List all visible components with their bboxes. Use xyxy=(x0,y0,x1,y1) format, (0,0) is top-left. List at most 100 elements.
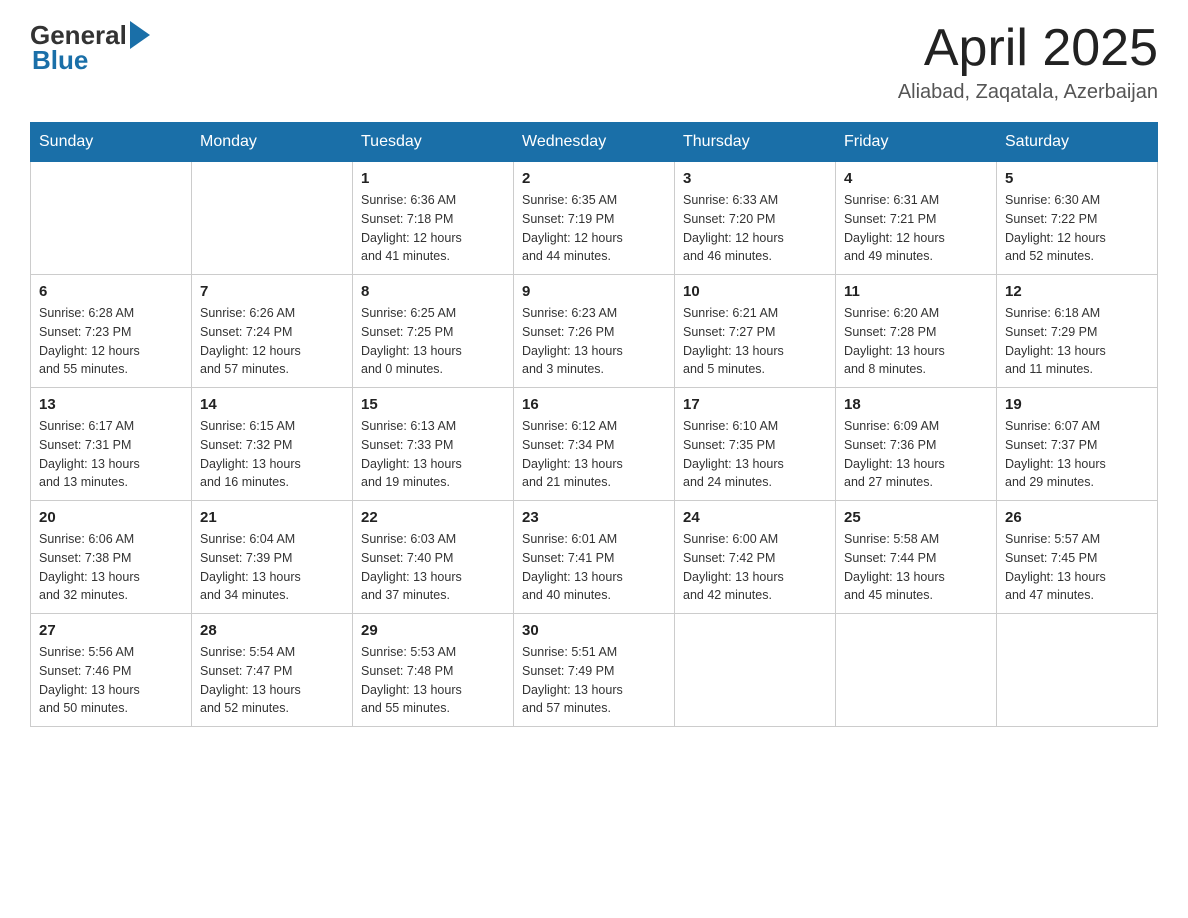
calendar-cell: 24Sunrise: 6:00 AM Sunset: 7:42 PM Dayli… xyxy=(675,501,836,614)
day-number: 29 xyxy=(361,622,505,639)
calendar-cell xyxy=(836,614,997,727)
calendar-cell: 10 Sunrise: 6:21 AM Sunset: 7:27 PM Dayli… xyxy=(675,275,836,388)
calendar-cell: 19Sunrise: 6:07 AM Sunset: 7:37 PM Dayli… xyxy=(997,388,1158,501)
day-number: 14 xyxy=(200,396,344,413)
day-number: 10 xyxy=(683,283,827,300)
calendar-cell: 29 Sunrise: 5:53 AM Sunset: 7:48 PM Dayli… xyxy=(353,614,514,727)
column-header-monday: Monday xyxy=(192,123,353,162)
day-info: Sunrise: 6:31 AM Sunset: 7:21 PM Dayligh… xyxy=(844,191,988,266)
week-row-1: 1 Sunrise: 6:36 AM Sunset: 7:18 PM Daylig… xyxy=(31,162,1158,275)
month-title: April 2025 xyxy=(898,20,1158,77)
day-number: 27 xyxy=(39,622,183,639)
location-label: Aliabad, Zaqatala, Azerbaijan xyxy=(898,81,1158,104)
calendar-cell: 11 Sunrise: 6:20 AM Sunset: 7:28 PM Dayli… xyxy=(836,275,997,388)
day-info: Sunrise: 6:09 AM Sunset: 7:36 PM Dayligh… xyxy=(844,417,988,492)
day-info: Sunrise: 6:20 AM Sunset: 7:28 PM Dayligh… xyxy=(844,304,988,379)
day-number: 22 xyxy=(361,509,505,526)
day-number: 23 xyxy=(522,509,666,526)
day-number: 7 xyxy=(200,283,344,300)
calendar-cell xyxy=(997,614,1158,727)
calendar-cell: 3 Sunrise: 6:33 AM Sunset: 7:20 PM Daylig… xyxy=(675,162,836,275)
logo: General Blue xyxy=(30,20,150,76)
day-info: Sunrise: 6:21 AM Sunset: 7:27 PM Dayligh… xyxy=(683,304,827,379)
logo-text-blue: Blue xyxy=(32,45,88,76)
day-info: Sunrise: 6:23 AM Sunset: 7:26 PM Dayligh… xyxy=(522,304,666,379)
calendar-cell: 20 Sunrise: 6:06 AM Sunset: 7:38 PM Dayli… xyxy=(31,501,192,614)
day-info: Sunrise: 5:51 AM Sunset: 7:49 PM Dayligh… xyxy=(522,643,666,718)
calendar-cell: 27 Sunrise: 5:56 AM Sunset: 7:46 PM Dayli… xyxy=(31,614,192,727)
day-number: 11 xyxy=(844,283,988,300)
logo-triangle-icon xyxy=(130,21,150,49)
day-info: Sunrise: 6:15 AM Sunset: 7:32 PM Dayligh… xyxy=(200,417,344,492)
column-header-wednesday: Wednesday xyxy=(514,123,675,162)
calendar-cell xyxy=(675,614,836,727)
calendar-cell: 22 Sunrise: 6:03 AM Sunset: 7:40 PM Dayli… xyxy=(353,501,514,614)
day-info: Sunrise: 6:10 AM Sunset: 7:35 PM Dayligh… xyxy=(683,417,827,492)
day-number: 19 xyxy=(1005,396,1149,413)
calendar-cell: 7 Sunrise: 6:26 AM Sunset: 7:24 PM Daylig… xyxy=(192,275,353,388)
day-info: Sunrise: 6:35 AM Sunset: 7:19 PM Dayligh… xyxy=(522,191,666,266)
day-info: Sunrise: 6:28 AM Sunset: 7:23 PM Dayligh… xyxy=(39,304,183,379)
day-info: Sunrise: 6:36 AM Sunset: 7:18 PM Dayligh… xyxy=(361,191,505,266)
day-number: 30 xyxy=(522,622,666,639)
day-info: Sunrise: 5:57 AM Sunset: 7:45 PM Dayligh… xyxy=(1005,530,1149,605)
day-info: Sunrise: 6:26 AM Sunset: 7:24 PM Dayligh… xyxy=(200,304,344,379)
calendar-cell: 21Sunrise: 6:04 AM Sunset: 7:39 PM Dayli… xyxy=(192,501,353,614)
day-number: 3 xyxy=(683,170,827,187)
day-info: Sunrise: 6:13 AM Sunset: 7:33 PM Dayligh… xyxy=(361,417,505,492)
calendar-cell xyxy=(192,162,353,275)
day-number: 25 xyxy=(844,509,988,526)
calendar-cell: 16Sunrise: 6:12 AM Sunset: 7:34 PM Dayli… xyxy=(514,388,675,501)
column-header-thursday: Thursday xyxy=(675,123,836,162)
calendar-cell: 4 Sunrise: 6:31 AM Sunset: 7:21 PM Daylig… xyxy=(836,162,997,275)
calendar-cell: 17 Sunrise: 6:10 AM Sunset: 7:35 PM Dayli… xyxy=(675,388,836,501)
calendar-cell: 8 Sunrise: 6:25 AM Sunset: 7:25 PM Daylig… xyxy=(353,275,514,388)
calendar-cell: 30 Sunrise: 5:51 AM Sunset: 7:49 PM Dayli… xyxy=(514,614,675,727)
day-number: 20 xyxy=(39,509,183,526)
day-info: Sunrise: 5:54 AM Sunset: 7:47 PM Dayligh… xyxy=(200,643,344,718)
calendar-cell: 14 Sunrise: 6:15 AM Sunset: 7:32 PM Dayli… xyxy=(192,388,353,501)
day-number: 17 xyxy=(683,396,827,413)
calendar-cell: 25 Sunrise: 5:58 AM Sunset: 7:44 PM Dayli… xyxy=(836,501,997,614)
day-number: 1 xyxy=(361,170,505,187)
calendar-cell: 12 Sunrise: 6:18 AM Sunset: 7:29 PM Dayli… xyxy=(997,275,1158,388)
column-header-tuesday: Tuesday xyxy=(353,123,514,162)
week-row-2: 6 Sunrise: 6:28 AM Sunset: 7:23 PM Daylig… xyxy=(31,275,1158,388)
day-number: 12 xyxy=(1005,283,1149,300)
day-info: Sunrise: 6:18 AM Sunset: 7:29 PM Dayligh… xyxy=(1005,304,1149,379)
week-row-3: 13 Sunrise: 6:17 AM Sunset: 7:31 PM Dayli… xyxy=(31,388,1158,501)
day-info: Sunrise: 6:06 AM Sunset: 7:38 PM Dayligh… xyxy=(39,530,183,605)
calendar-header-row: SundayMondayTuesdayWednesdayThursdayFrid… xyxy=(31,123,1158,162)
day-number: 26 xyxy=(1005,509,1149,526)
day-info: Sunrise: 5:58 AM Sunset: 7:44 PM Dayligh… xyxy=(844,530,988,605)
column-header-friday: Friday xyxy=(836,123,997,162)
day-number: 2 xyxy=(522,170,666,187)
calendar-cell: 2 Sunrise: 6:35 AM Sunset: 7:19 PM Daylig… xyxy=(514,162,675,275)
day-info: Sunrise: 6:03 AM Sunset: 7:40 PM Dayligh… xyxy=(361,530,505,605)
day-number: 6 xyxy=(39,283,183,300)
day-info: Sunrise: 6:25 AM Sunset: 7:25 PM Dayligh… xyxy=(361,304,505,379)
day-number: 9 xyxy=(522,283,666,300)
week-row-4: 20 Sunrise: 6:06 AM Sunset: 7:38 PM Dayli… xyxy=(31,501,1158,614)
day-info: Sunrise: 6:01 AM Sunset: 7:41 PM Dayligh… xyxy=(522,530,666,605)
day-number: 28 xyxy=(200,622,344,639)
calendar-cell: 13 Sunrise: 6:17 AM Sunset: 7:31 PM Dayli… xyxy=(31,388,192,501)
day-info: Sunrise: 6:33 AM Sunset: 7:20 PM Dayligh… xyxy=(683,191,827,266)
day-info: Sunrise: 5:53 AM Sunset: 7:48 PM Dayligh… xyxy=(361,643,505,718)
day-number: 15 xyxy=(361,396,505,413)
day-number: 5 xyxy=(1005,170,1149,187)
day-info: Sunrise: 6:30 AM Sunset: 7:22 PM Dayligh… xyxy=(1005,191,1149,266)
day-number: 4 xyxy=(844,170,988,187)
title-section: April 2025 Aliabad, Zaqatala, Azerbaijan xyxy=(898,20,1158,104)
calendar-cell: 5 Sunrise: 6:30 AM Sunset: 7:22 PM Daylig… xyxy=(997,162,1158,275)
day-number: 16 xyxy=(522,396,666,413)
calendar-cell: 18Sunrise: 6:09 AM Sunset: 7:36 PM Dayli… xyxy=(836,388,997,501)
day-info: Sunrise: 6:17 AM Sunset: 7:31 PM Dayligh… xyxy=(39,417,183,492)
day-info: Sunrise: 5:56 AM Sunset: 7:46 PM Dayligh… xyxy=(39,643,183,718)
calendar-cell xyxy=(31,162,192,275)
week-row-5: 27 Sunrise: 5:56 AM Sunset: 7:46 PM Dayli… xyxy=(31,614,1158,727)
day-number: 13 xyxy=(39,396,183,413)
calendar-cell: 28 Sunrise: 5:54 AM Sunset: 7:47 PM Dayli… xyxy=(192,614,353,727)
day-number: 21 xyxy=(200,509,344,526)
day-number: 8 xyxy=(361,283,505,300)
